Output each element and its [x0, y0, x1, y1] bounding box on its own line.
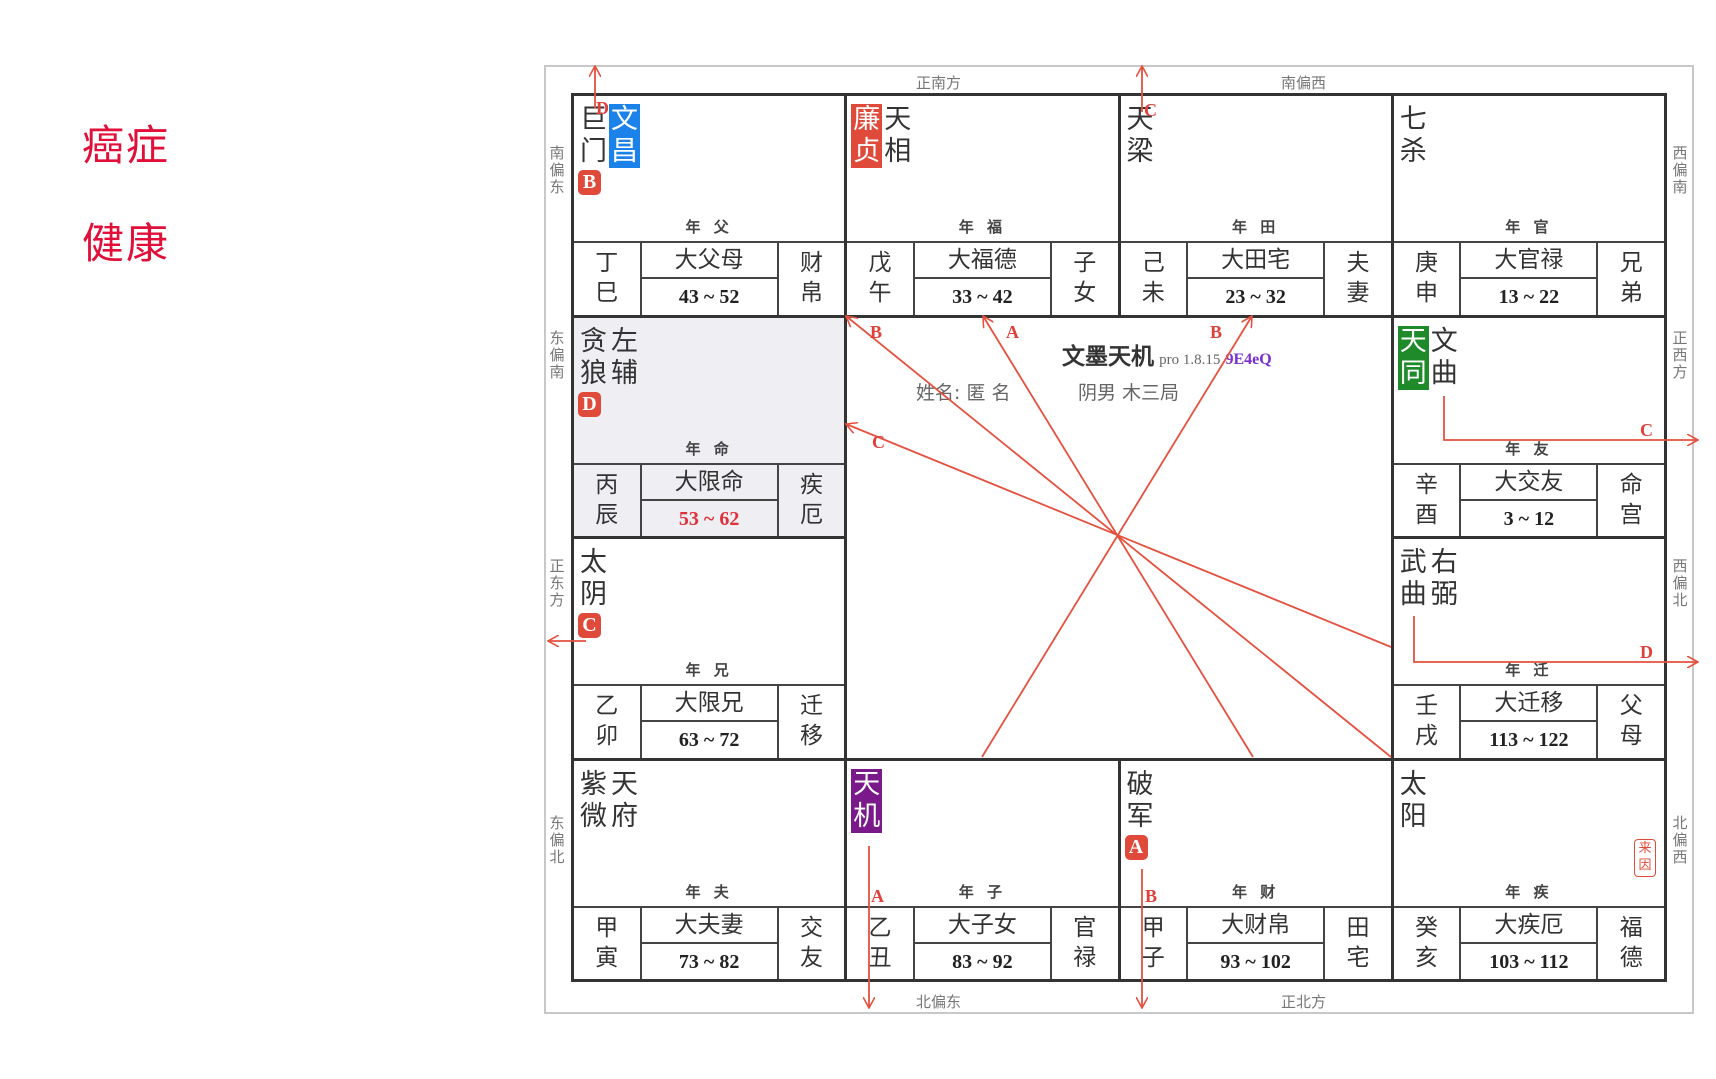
- arrow-label: C: [1144, 100, 1157, 120]
- arrow-label: B: [1145, 886, 1157, 906]
- arrow-label: D: [1640, 642, 1653, 662]
- arrow-label: B: [1210, 322, 1222, 342]
- arrow-label: A: [1006, 322, 1019, 342]
- arrow-label: A: [871, 886, 884, 906]
- arrow-right-c: [1443, 396, 1698, 440]
- arrow-label: C: [872, 432, 885, 452]
- arrow-label: D: [596, 98, 609, 118]
- arrow-label: B: [870, 322, 882, 342]
- arrow-line-c: [846, 424, 1392, 648]
- arrow-overlay: B A B C D C C D A B: [0, 0, 1716, 1079]
- arrow-right-d: [1413, 616, 1698, 662]
- arrow-label: C: [1640, 420, 1653, 440]
